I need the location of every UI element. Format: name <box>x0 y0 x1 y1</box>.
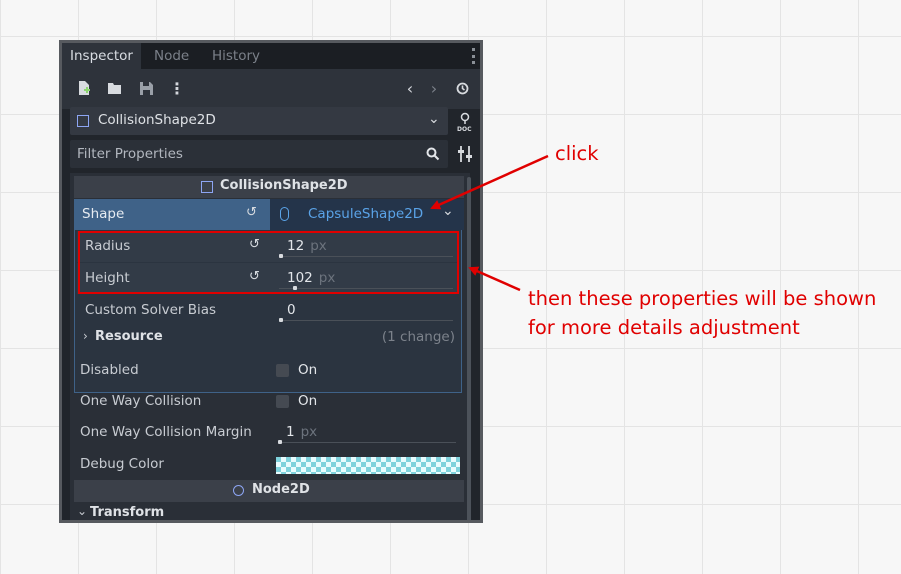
annotation-click: click <box>555 142 599 165</box>
annotation-note-line1: then these properties will be shown <box>528 287 877 310</box>
arrow-to-shape-picker <box>430 154 549 210</box>
arrow-to-highlight <box>468 266 521 292</box>
annotation-note-line2: for more details adjustment <box>528 316 800 339</box>
